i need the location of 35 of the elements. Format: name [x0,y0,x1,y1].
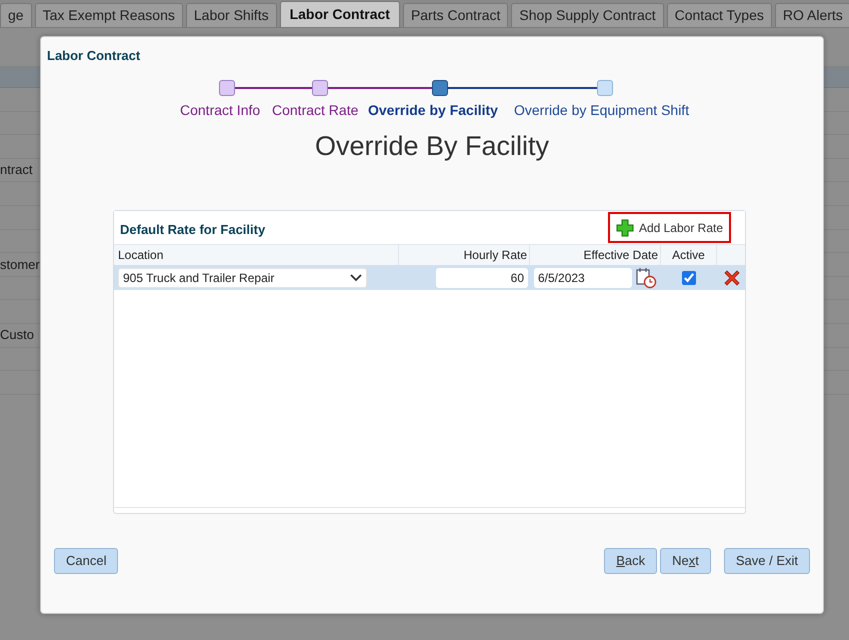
tab[interactable]: Labor Shifts [186,3,277,27]
calendar-clock-icon[interactable] [635,266,657,288]
location-dropdown[interactable]: 905 Truck and Trailer Repair [118,268,367,288]
step-marker[interactable] [312,80,328,96]
background-cell-text: Custo [0,326,34,344]
tab[interactable]: ge [0,3,32,27]
active-checkbox[interactable] [682,270,696,284]
step-label[interactable]: Override by Facility [368,100,498,121]
step-marker[interactable] [432,80,448,96]
dialog-button[interactable]: Next [660,548,711,574]
step-marker[interactable] [219,80,235,96]
add-labor-rate-button[interactable]: Add Labor Rate [608,212,731,243]
dialog-button[interactable]: Cancel [54,548,118,574]
tab[interactable]: Shop Supply Contract [511,3,664,27]
hourly-rate-field[interactable]: 60 [436,268,528,288]
background-cell-text: stomer [0,256,40,274]
step-marker[interactable] [597,80,613,96]
step-label[interactable]: Override by Equipment Shift [514,100,690,121]
panel-title: Default Rate for Facility [120,220,266,239]
chevron-down-icon [350,274,362,282]
tab[interactable]: Labor Contract [280,1,400,27]
tab[interactable]: Tax Exempt Reasons [34,3,183,27]
step-label[interactable]: Contract Rate [272,100,358,121]
dialog-button[interactable]: Save / Exit [724,548,810,574]
background-cell-text: ntract [0,161,33,180]
dialog-title: Labor Contract [46,47,142,65]
delete-icon[interactable] [723,268,741,286]
step-label[interactable]: Contract Info [180,100,260,121]
tab[interactable]: Contact Types [666,3,772,27]
tab[interactable]: Parts Contract [402,3,508,27]
tab[interactable]: RO Alerts [774,3,849,27]
plus-icon [616,218,634,236]
dialog-button[interactable]: Back [604,548,658,574]
effective-date-field[interactable]: 6/5/2023 [534,268,632,288]
page-heading: Override By Facility [314,130,550,163]
